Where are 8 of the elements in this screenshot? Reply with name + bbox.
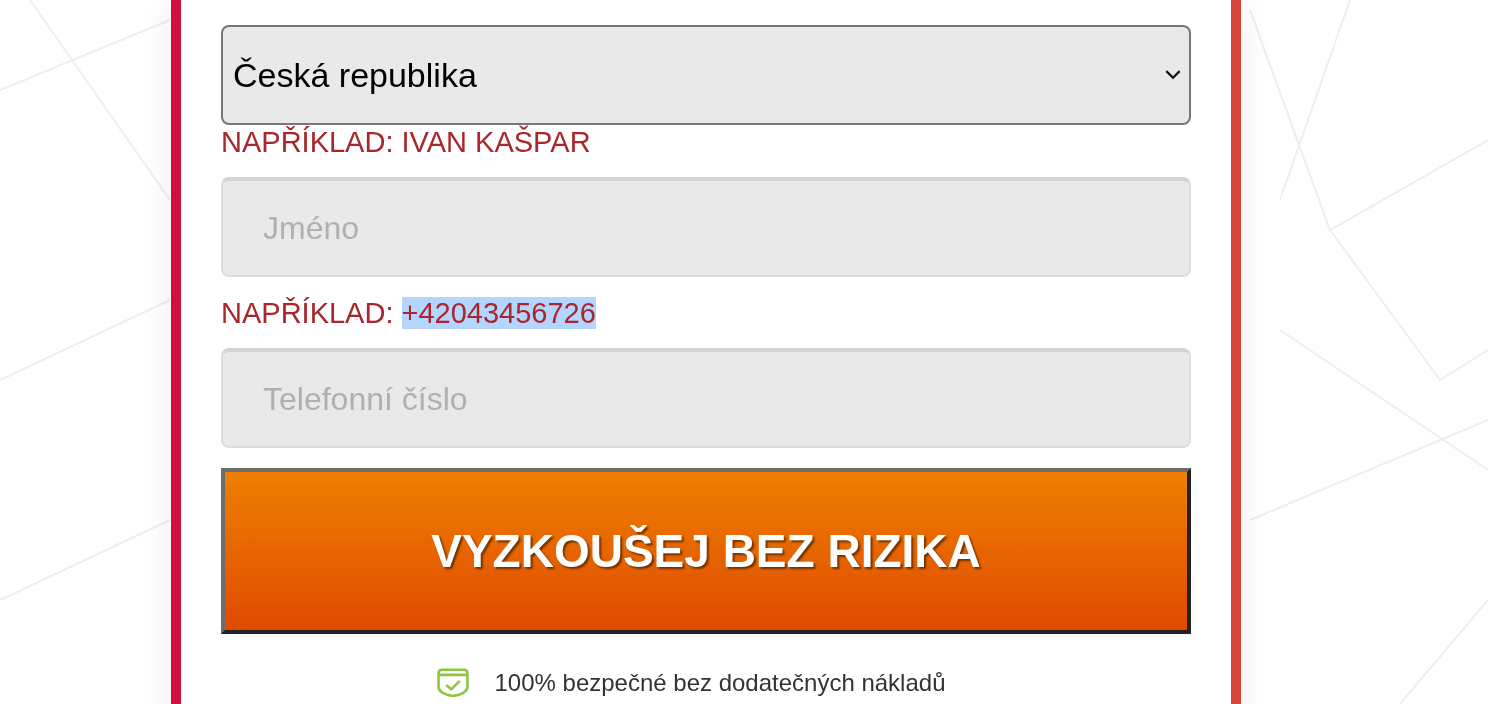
shield-check-icon	[436, 668, 471, 697]
input-field[interactable]: Jméno	[221, 177, 1191, 277]
example-hint: NAPŘÍKLAD: +42043456726	[221, 296, 597, 330]
country-select[interactable]: Česká republika	[221, 25, 1191, 125]
guarantee-text: 100% bezpečné bez dodatečných nákladů	[494, 668, 946, 697]
input-field[interactable]: Telefonní číslo	[221, 348, 1191, 448]
chevron-down-icon	[1165, 70, 1181, 80]
example-hint: NAPŘÍKLAD: IVAN KAŠPAR	[221, 125, 592, 159]
